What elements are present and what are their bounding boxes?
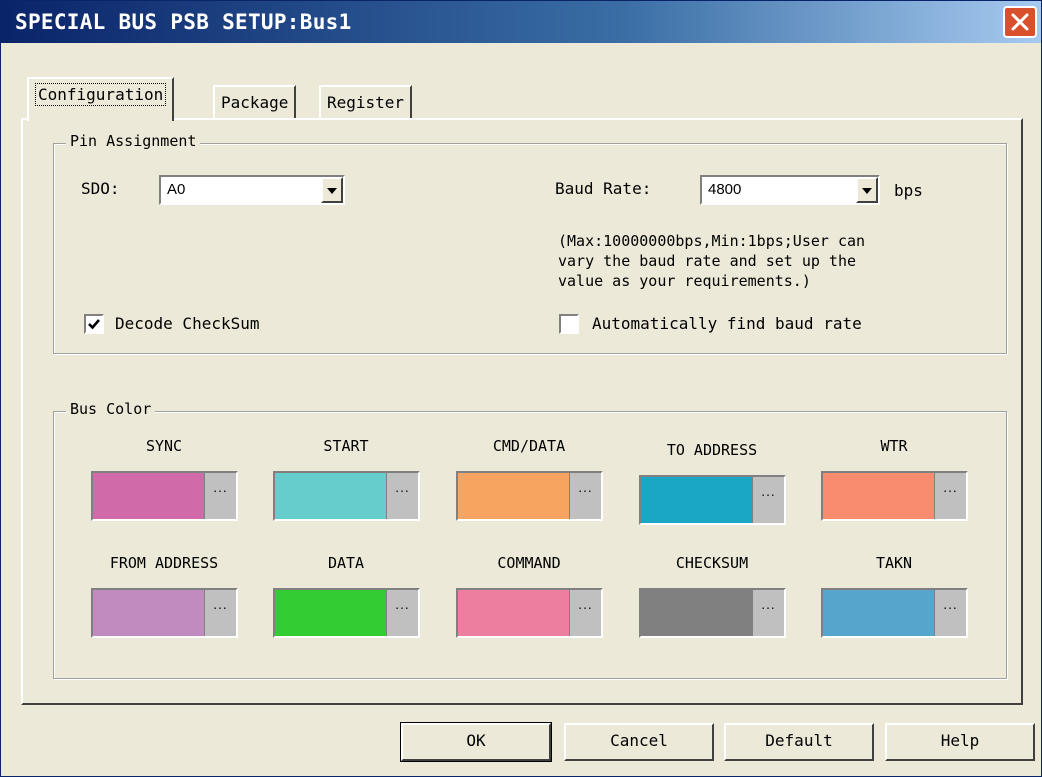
color-picker-button[interactable]: ... [569,473,601,519]
color-picker-button[interactable]: ... [752,590,784,636]
sdo-value: A0 [167,181,186,198]
color-fill [275,590,387,636]
close-button[interactable] [1003,6,1037,38]
chevron-down-icon [862,188,872,194]
bus-color-swatch-start[interactable]: ... [273,471,420,521]
color-picker-button[interactable]: ... [752,477,784,523]
color-picker-button[interactable]: ... [204,590,236,636]
baud-unit-label: bps [894,181,923,200]
ok-button[interactable]: OK [400,722,552,762]
tab-label: Configuration [35,83,167,106]
auto-baud-checkbox[interactable] [559,314,579,334]
tab-register[interactable]: Register [319,85,413,119]
color-picker-button[interactable]: ... [569,590,601,636]
color-picker-button[interactable]: ... [934,590,966,636]
checkmark-icon [88,319,100,330]
tab-package[interactable]: Package [213,85,297,119]
group-label: Bus Color [66,400,156,418]
bus-color-label-from-address: FROM ADDRESS [109,554,219,572]
color-picker-button[interactable]: ... [386,590,418,636]
decode-checksum-checkbox[interactable] [84,314,104,334]
bus-color-label-start: START [323,437,369,455]
baud-rate-note: (Max:10000000bps,Min:1bps;User can vary … [558,232,866,290]
color-picker-button[interactable]: ... [204,473,236,519]
baud-rate-label: Baud Rate: [555,179,652,198]
color-fill [823,590,935,636]
bus-color-label-data: DATA [327,554,365,572]
color-fill [458,473,570,519]
chevron-down-icon [327,188,337,194]
bus-color-swatch-from-address[interactable]: ... [91,588,238,638]
bus-color-label-command: COMMAND [497,554,561,572]
dialog-window: SPECIAL BUS PSB SETUP:Bus1 Configuration… [0,0,1042,777]
window-title: SPECIAL BUS PSB SETUP:Bus1 [15,10,352,34]
color-fill [93,590,205,636]
color-fill [458,590,570,636]
group-label: Pin Assignment [66,132,201,150]
bus-color-label-to-address: TO ADDRESS [666,441,758,459]
sdo-label: SDO: [81,179,120,198]
tab-label: Package [221,93,289,112]
baud-rate-select[interactable]: 4800 [700,175,880,205]
bus-color-label-wtr: WTR [880,437,908,455]
bus-color-swatch-cmd-data[interactable]: ... [456,471,603,521]
bus-color-swatch-wtr[interactable]: ... [821,471,968,521]
cancel-button[interactable]: Cancel [564,723,714,761]
bus-color-swatch-data[interactable]: ... [273,588,420,638]
bus-color-swatch-takn[interactable]: ... [821,588,968,638]
color-fill [641,590,753,636]
close-icon [1011,13,1029,31]
bus-color-swatch-command[interactable]: ... [456,588,603,638]
color-fill [93,473,205,519]
color-fill [275,473,387,519]
color-picker-button[interactable]: ... [934,473,966,519]
auto-baud-label: Automatically find baud rate [592,314,862,333]
default-button[interactable]: Default [724,723,874,761]
color-fill [823,473,935,519]
bus-color-swatch-sync[interactable]: ... [91,471,238,521]
color-fill [641,477,753,523]
bus-color-swatch-checksum[interactable]: ... [639,588,786,638]
bus-color-label-takn: TAKN [875,554,913,572]
bus-color-label-checksum: CHECKSUM [675,554,749,572]
color-picker-button[interactable]: ... [386,473,418,519]
sdo-select[interactable]: A0 [159,175,345,205]
bus-color-label-cmd-data: CMD/DATA [492,437,566,455]
dropdown-button[interactable] [856,177,878,203]
tab-label: Register [327,93,405,112]
tab-configuration[interactable]: Configuration [27,77,175,121]
bus-color-swatch-to-address[interactable]: ... [639,475,786,525]
decode-checksum-label: Decode CheckSum [115,314,260,333]
title-bar[interactable]: SPECIAL BUS PSB SETUP:Bus1 [1,1,1041,43]
baud-rate-value: 4800 [708,181,742,198]
dropdown-button[interactable] [321,177,343,203]
bus-color-label-sync: SYNC [145,437,183,455]
help-button[interactable]: Help [885,723,1035,761]
